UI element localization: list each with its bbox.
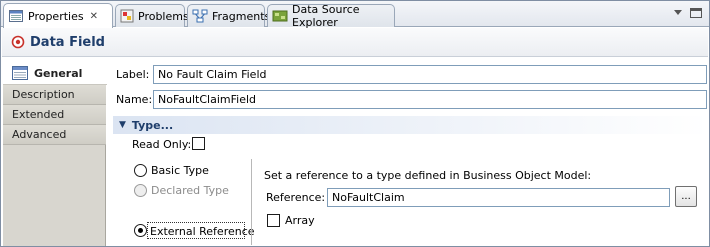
page-title: Data Field: [30, 34, 105, 50]
array-checkbox[interactable]: [267, 214, 280, 227]
array-label: Array: [285, 214, 315, 227]
general-icon: [12, 66, 28, 80]
label-caption: Label:: [116, 68, 150, 81]
name-caption: Name:: [116, 93, 153, 106]
nav-tab-label: Advanced: [12, 128, 67, 141]
nav-tab-extended[interactable]: Extended: [3, 105, 106, 125]
collapse-arrow-icon[interactable]: ▼: [119, 120, 126, 130]
external-reference-label: External Reference: [150, 225, 255, 238]
declared-type-radio: [134, 184, 147, 197]
tab-label: Problems: [138, 9, 189, 23]
reference-caption: Reference:: [266, 191, 326, 204]
data-source-explorer-icon: [272, 9, 288, 23]
basic-type-radio[interactable]: [134, 164, 147, 177]
data-field-icon: [11, 35, 25, 49]
browse-button[interactable]: ...: [675, 186, 697, 207]
nav-tab-general[interactable]: General: [3, 62, 107, 85]
tab-label: Properties: [28, 9, 84, 23]
close-icon[interactable]: ✕: [90, 11, 98, 22]
fragments-icon: [192, 9, 208, 23]
view-tab-bar: Properties ✕ Problems Fragments Data Sou…: [1, 1, 709, 29]
view-title-bar: Data Field: [2, 28, 708, 57]
reference-field[interactable]: NoFaultClaim: [327, 188, 670, 207]
tab-label: Data Source Explorer: [292, 3, 360, 29]
nav-tab-advanced[interactable]: Advanced: [3, 125, 106, 145]
nav-tab-label: Extended: [12, 108, 65, 121]
type-section-header[interactable]: ▼ Type...: [113, 116, 709, 134]
tab-fragments[interactable]: Fragments: [187, 4, 270, 27]
basic-type-label: Basic Type: [151, 164, 209, 177]
reference-hint: Set a reference to a type defined in Bus…: [264, 169, 592, 182]
view-menu-icon[interactable]: [673, 7, 683, 17]
problems-icon: [120, 9, 134, 23]
read-only-checkbox[interactable]: [192, 137, 205, 150]
label-field[interactable]: No Fault Claim Field: [153, 65, 707, 84]
tab-data-source-explorer[interactable]: Data Source Explorer: [267, 3, 395, 29]
properties-icon: [8, 9, 24, 23]
property-tabs: General Description Extended Advanced: [3, 62, 107, 246]
tab-label: Fragments: [212, 9, 271, 23]
divider: [251, 159, 252, 245]
nav-tab-label: General: [34, 66, 83, 80]
section-title: Type...: [131, 118, 174, 132]
properties-view: Properties ✕ Problems Fragments Data Sou…: [0, 0, 710, 247]
read-only-label: Read Only:: [132, 138, 192, 151]
tab-properties[interactable]: Properties ✕: [3, 3, 113, 28]
maximize-icon[interactable]: [689, 7, 703, 19]
declared-type-label: Declared Type: [151, 184, 229, 197]
external-reference-radio[interactable]: [134, 224, 147, 237]
tab-problems[interactable]: Problems: [115, 4, 189, 27]
nav-tab-description[interactable]: Description: [3, 85, 106, 105]
name-field[interactable]: NoFaultClaimField: [153, 90, 707, 109]
nav-tab-label: Description: [12, 88, 75, 101]
